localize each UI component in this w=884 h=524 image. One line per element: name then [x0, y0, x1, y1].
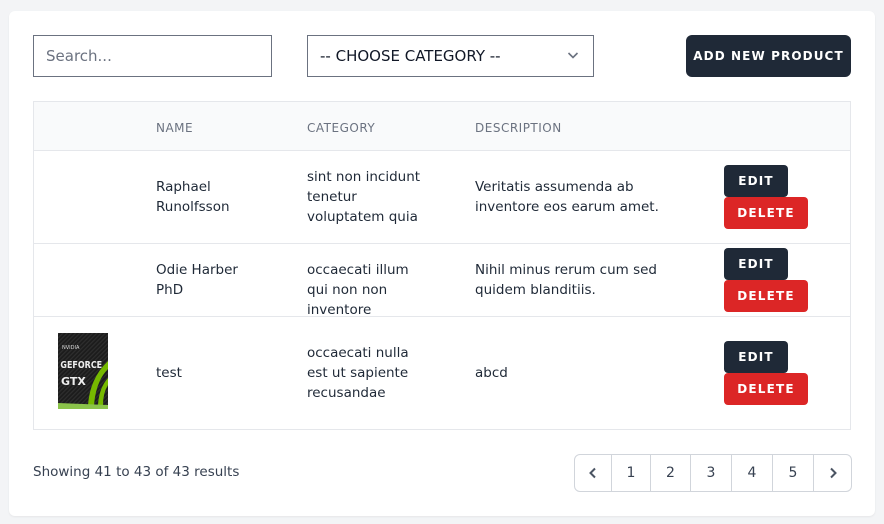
page-button-1[interactable]: 1: [612, 455, 651, 491]
page-button-3[interactable]: 3: [691, 455, 732, 491]
category-select[interactable]: -- CHOOSE CATEGORY --: [307, 35, 594, 77]
chevron-left-icon: [589, 467, 596, 479]
product-name: test: [156, 365, 182, 381]
table-header: NAME CATEGORY DESCRIPTION: [34, 102, 850, 151]
add-new-product-button[interactable]: ADD NEW PRODUCT: [686, 35, 851, 77]
page-button-5[interactable]: 5: [773, 455, 814, 491]
svg-text:GEFORCE: GEFORCE: [60, 360, 102, 371]
delete-button[interactable]: DELETE: [724, 280, 808, 312]
table-row: Odie Harber PhD occaecati illum qui non …: [34, 244, 850, 318]
results-summary: Showing 41 to 43 of 43 results: [33, 464, 240, 480]
svg-text:NVIDIA: NVIDIA: [62, 345, 80, 351]
product-image: NVIDIA GEFORCE GTX: [58, 333, 108, 413]
row-actions: EDIT DELETE: [724, 165, 808, 229]
product-category: sint non incidunt tenetur voluptatem qui…: [307, 169, 421, 225]
edit-button[interactable]: EDIT: [724, 165, 788, 197]
page-button-2[interactable]: 2: [651, 455, 691, 491]
column-header-name: NAME: [156, 121, 194, 135]
product-name: Raphael Runolfsson: [156, 179, 230, 215]
row-actions: EDIT DELETE: [724, 248, 808, 312]
edit-button[interactable]: EDIT: [724, 341, 788, 373]
product-description: abcd: [475, 365, 508, 381]
delete-button[interactable]: DELETE: [724, 197, 808, 229]
category-select-value: -- CHOOSE CATEGORY --: [320, 47, 501, 65]
table-row: NVIDIA GEFORCE GTX test occaecati nulla …: [34, 317, 850, 429]
products-table: NAME CATEGORY DESCRIPTION Raphael Runolf…: [33, 101, 851, 430]
svg-text:GTX: GTX: [61, 375, 86, 388]
table-row: Raphael Runolfsson sint non incidunt ten…: [34, 151, 850, 244]
product-description: Veritatis assumenda ab inventore eos ear…: [475, 179, 659, 215]
column-header-description: DESCRIPTION: [475, 121, 562, 135]
product-category: occaecati nulla est ut sapiente recusand…: [307, 345, 409, 401]
product-name: Odie Harber PhD: [156, 262, 238, 298]
delete-button[interactable]: DELETE: [724, 373, 808, 405]
product-category: occaecati illum qui non non inventore: [307, 262, 409, 318]
search-input[interactable]: [33, 35, 272, 77]
product-description: Nihil minus rerum cum sed quidem blandit…: [475, 262, 657, 298]
page-button-4[interactable]: 4: [732, 455, 773, 491]
chevron-right-icon: [829, 467, 837, 479]
column-header-category: CATEGORY: [307, 121, 376, 135]
pagination: 1 2 3 4 5: [574, 454, 852, 492]
products-card: -- CHOOSE CATEGORY -- ADD NEW PRODUCT NA…: [9, 11, 875, 516]
row-actions: EDIT DELETE: [724, 341, 808, 405]
geforce-gtx-image: NVIDIA GEFORCE GTX: [58, 333, 108, 413]
edit-button[interactable]: EDIT: [724, 248, 788, 280]
previous-page-button[interactable]: [575, 455, 612, 491]
chevron-down-icon: [567, 52, 579, 59]
next-page-button[interactable]: [814, 455, 851, 491]
